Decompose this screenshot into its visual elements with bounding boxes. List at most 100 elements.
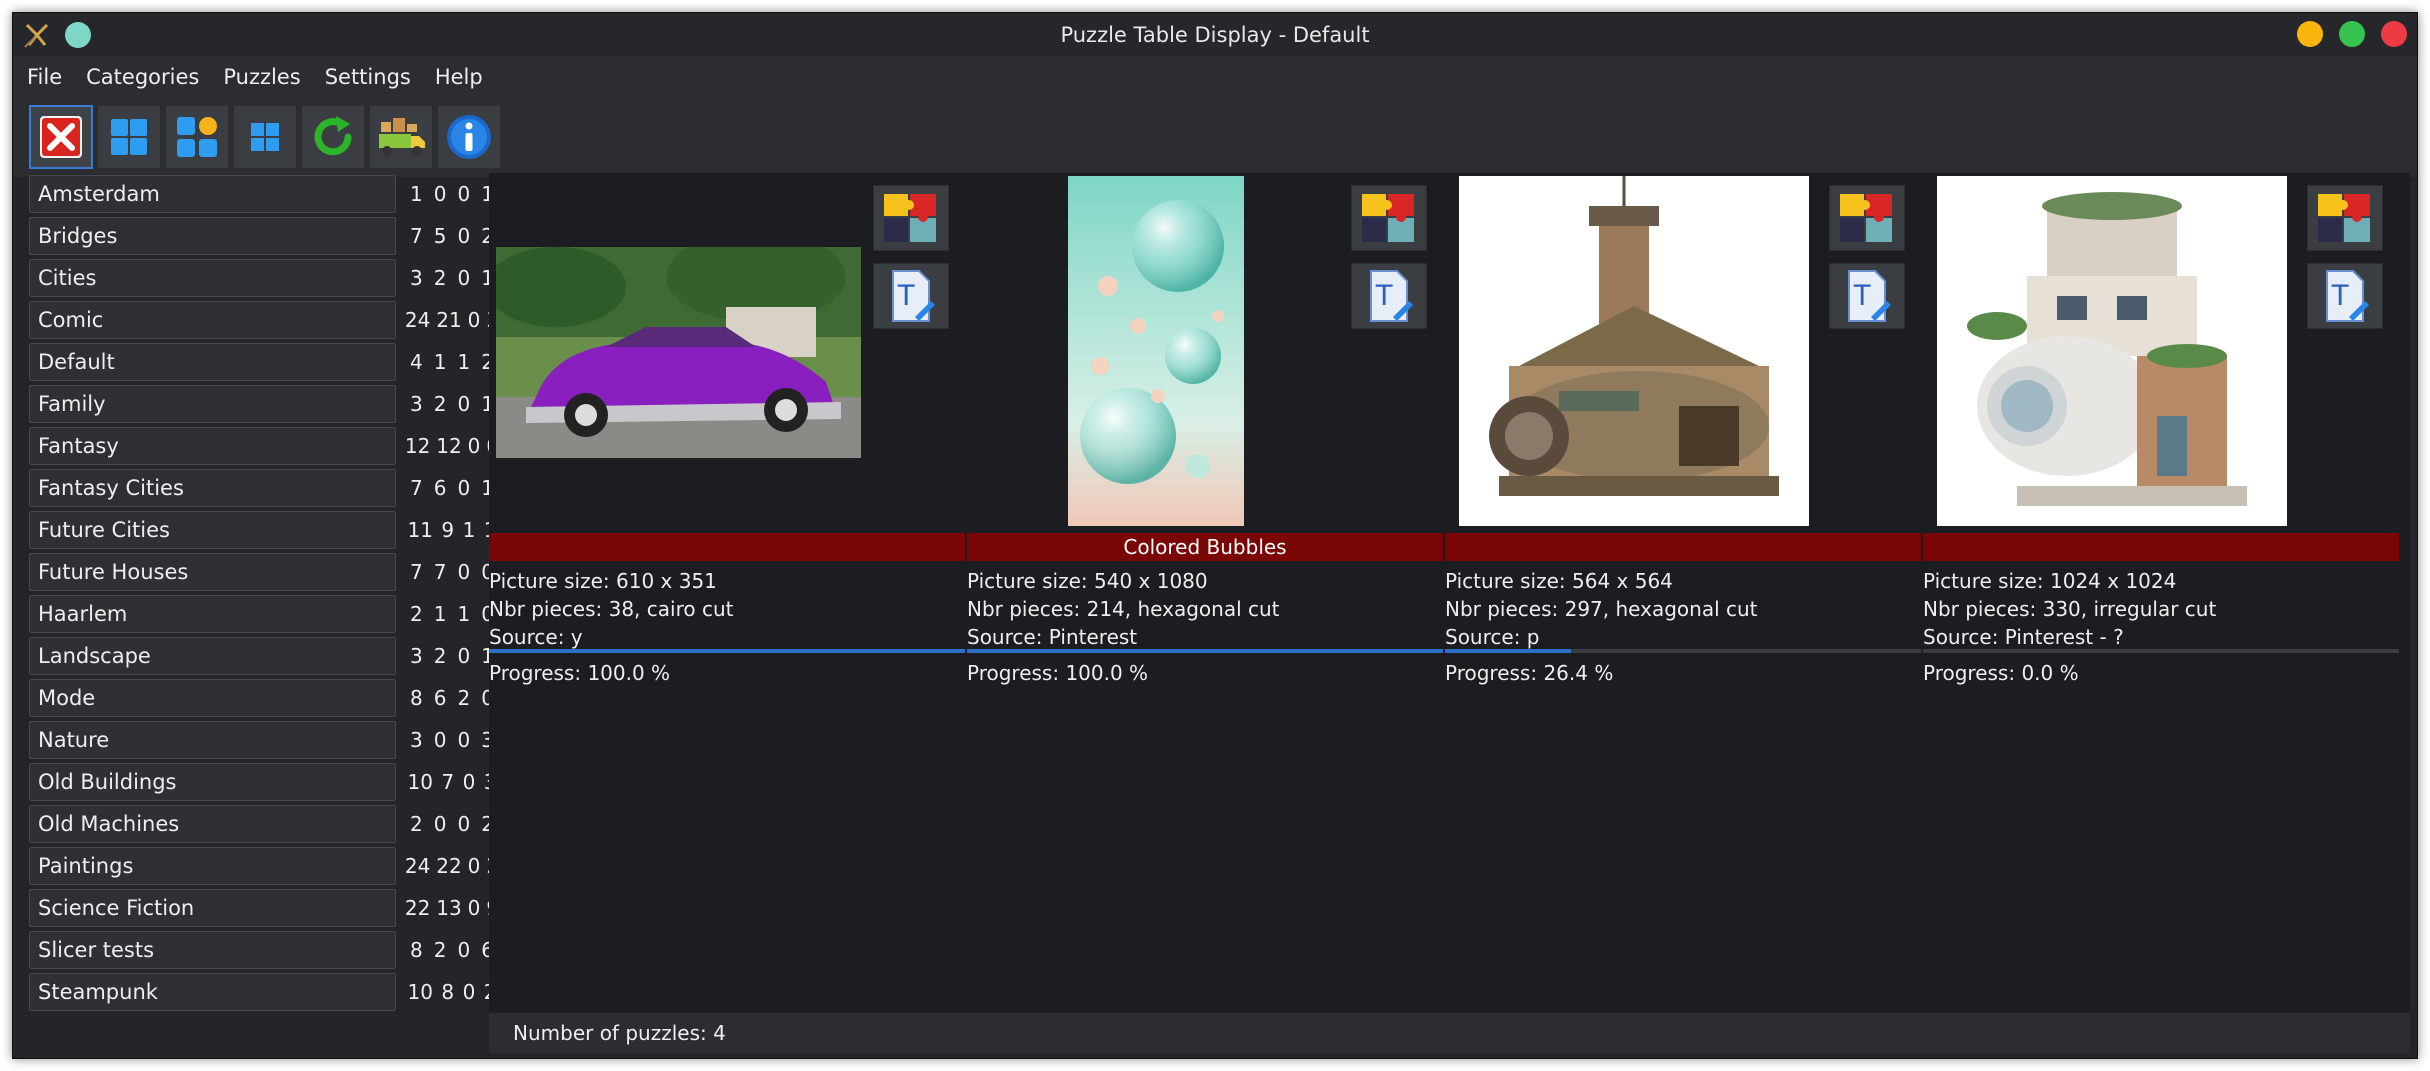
- truck-icon: [379, 118, 425, 156]
- delivery-button[interactable]: [369, 105, 433, 169]
- category-button[interactable]: Paintings: [29, 847, 396, 885]
- puzzle-pieces-icon: [1840, 194, 1892, 242]
- minimize-button[interactable]: [2297, 21, 2323, 47]
- menu-categories[interactable]: Categories: [86, 65, 199, 89]
- category-row: Fantasy121200: [29, 425, 505, 467]
- puzzle-edit-button[interactable]: T: [1829, 263, 1905, 329]
- category-count: 0: [457, 644, 471, 668]
- category-button[interactable]: Haarlem: [29, 595, 396, 633]
- picture-size: Picture size: 564 x 564: [1445, 569, 1673, 593]
- category-count: 7: [410, 560, 423, 584]
- info-button[interactable]: [437, 105, 501, 169]
- category-count: 10: [407, 770, 433, 794]
- small-grid-button[interactable]: [233, 105, 297, 169]
- category-count: 0: [457, 812, 471, 836]
- category-button[interactable]: Landscape: [29, 637, 396, 675]
- puzzle-edit-button[interactable]: T: [1351, 263, 1427, 329]
- category-count: 0: [457, 182, 471, 206]
- category-count: 2: [410, 602, 423, 626]
- title-bar: Puzzle Table Display - Default: [13, 13, 2417, 57]
- category-count: 1: [433, 350, 447, 374]
- puzzle-edit-button[interactable]: T: [2307, 263, 2383, 329]
- text-edit-icon: T: [892, 270, 935, 322]
- category-button[interactable]: Future Cities: [29, 511, 396, 549]
- category-count: 7: [410, 476, 423, 500]
- piece-count: Nbr pieces: 297, hexagonal cut: [1445, 597, 1758, 621]
- puzzle-card[interactable]: T Picture size: 1024 x 1024 Nbr pieces: …: [1923, 173, 2399, 733]
- category-count: 3: [410, 266, 423, 290]
- category-row: Landscape 3 2 0 1: [29, 635, 505, 677]
- category-count: 5: [433, 224, 447, 248]
- category-row: Cities 3 2 0 1: [29, 257, 505, 299]
- category-button[interactable]: Steampunk: [29, 973, 396, 1011]
- category-count: 12: [436, 434, 462, 458]
- menu-file[interactable]: File: [27, 65, 62, 89]
- puzzle-thumbnail[interactable]: [1445, 173, 1823, 529]
- progress-text: Progress: 0.0 %: [1923, 661, 2079, 685]
- puzzle-thumbnail[interactable]: [1923, 173, 2301, 529]
- category-count: 8: [410, 686, 423, 710]
- refresh-button[interactable]: [301, 105, 365, 169]
- category-count: 8: [410, 938, 423, 962]
- puzzle-source: Source: Pinterest - ?: [1923, 625, 2124, 649]
- puzzle-source: Source: Pinterest: [967, 625, 1138, 649]
- puzzle-play-button[interactable]: [1351, 185, 1427, 251]
- puzzle-card[interactable]: T Picture size: 564 x 564 Nbr pieces: 29…: [1445, 173, 1921, 733]
- category-button[interactable]: Default: [29, 343, 396, 381]
- puzzle-count: Number of puzzles: 4: [513, 1021, 726, 1045]
- puzzle-title: [1923, 533, 2399, 561]
- category-count: 2: [410, 812, 423, 836]
- menu-help[interactable]: Help: [435, 65, 483, 89]
- category-button[interactable]: Old Machines: [29, 805, 396, 843]
- category-button[interactable]: Mode: [29, 679, 396, 717]
- category-button[interactable]: Science Fiction: [29, 889, 396, 927]
- puzzle-edit-button[interactable]: T: [873, 263, 949, 329]
- category-count: 24: [404, 308, 431, 332]
- category-button[interactable]: Bridges: [29, 217, 396, 255]
- puzzle-thumbnail[interactable]: [489, 177, 867, 527]
- puzzle-play-button[interactable]: [2307, 185, 2383, 251]
- grid-view-button[interactable]: [97, 105, 161, 169]
- category-button[interactable]: Future Houses: [29, 553, 396, 591]
- puzzle-source: Source: p: [1445, 625, 1540, 649]
- category-count: 8: [441, 980, 455, 1004]
- status-bar: Number of puzzles: 4: [489, 1013, 2410, 1053]
- menu-puzzles[interactable]: Puzzles: [223, 65, 300, 89]
- maximize-button[interactable]: [2339, 21, 2365, 47]
- menu-settings[interactable]: Settings: [325, 65, 411, 89]
- picture-size: Picture size: 540 x 1080: [967, 569, 1208, 593]
- category-button[interactable]: Nature: [29, 721, 396, 759]
- category-button[interactable]: Cities: [29, 259, 396, 297]
- svg-text:T: T: [1375, 279, 1393, 312]
- puzzle-card[interactable]: T Colored Bubbles Picture size: 540 x 10…: [967, 173, 1443, 733]
- category-row: Comic242103: [29, 299, 505, 341]
- category-count: 10: [407, 980, 433, 1004]
- category-row: Haarlem 2 1 1 0: [29, 593, 505, 635]
- category-count: 0: [457, 224, 471, 248]
- progress-text: Progress: 26.4 %: [1445, 661, 1614, 685]
- colored-grid-icon: [177, 117, 217, 157]
- close-button[interactable]: [2381, 21, 2407, 47]
- puzzle-play-button[interactable]: [1829, 185, 1905, 251]
- puzzle-play-button[interactable]: [873, 185, 949, 251]
- windows-grid-icon: [111, 119, 147, 155]
- colored-grid-button[interactable]: [165, 105, 229, 169]
- category-row: Mode 8 6 2 0: [29, 677, 505, 719]
- category-button[interactable]: Slicer tests: [29, 931, 396, 969]
- category-count: 2: [433, 392, 447, 416]
- category-row: Slicer tests 8 2 0 6: [29, 929, 505, 971]
- category-button[interactable]: Comic: [29, 301, 396, 339]
- puzzle-thumbnail[interactable]: [967, 173, 1345, 529]
- category-count: 0: [457, 560, 471, 584]
- close-view-button[interactable]: [29, 105, 93, 169]
- category-count: 11: [407, 518, 433, 542]
- category-button[interactable]: Family: [29, 385, 396, 423]
- puzzle-card[interactable]: T Picture size: 610 x 351 Nbr pieces: 38…: [489, 173, 965, 733]
- category-button[interactable]: Fantasy Cities: [29, 469, 396, 507]
- category-button[interactable]: Fantasy: [29, 427, 396, 465]
- category-button[interactable]: Amsterdam: [29, 175, 396, 213]
- category-count: 0: [457, 392, 471, 416]
- category-row: Old Buildings10703: [29, 761, 505, 803]
- category-button[interactable]: Old Buildings: [29, 763, 396, 801]
- category-row: Paintings242202: [29, 845, 505, 887]
